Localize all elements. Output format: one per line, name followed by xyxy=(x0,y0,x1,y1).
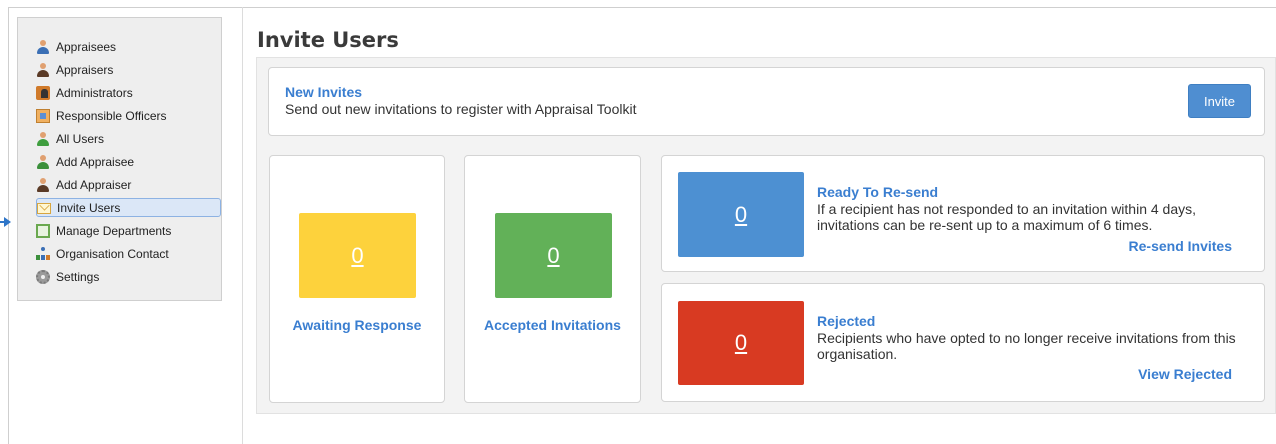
rejected-description: Recipients who have opted to no longer r… xyxy=(817,330,1236,362)
sidebar: Appraisees Appraisers Administrators Res… xyxy=(17,17,222,301)
rejected-count[interactable]: 0 xyxy=(735,330,747,356)
sidebar-item-manage-departments[interactable]: Manage Departments xyxy=(36,219,221,242)
rejected-panel: 0 Rejected Recipients who have opted to … xyxy=(661,283,1265,402)
administrators-icon xyxy=(36,85,50,100)
envelope-icon xyxy=(37,203,51,214)
frame-top-border xyxy=(8,7,1276,8)
new-invites-title: New Invites xyxy=(285,84,363,100)
page-title: Invite Users xyxy=(257,28,399,52)
rejected-title: Rejected xyxy=(817,313,876,329)
sidebar-item-administrators[interactable]: Administrators xyxy=(36,81,221,104)
view-rejected-link[interactable]: View Rejected xyxy=(1138,366,1232,382)
sidebar-item-label: Responsible Officers xyxy=(56,108,167,123)
awaiting-count-box: 0 xyxy=(299,213,416,298)
content-area: New Invites Send out new invitations to … xyxy=(256,57,1276,414)
sidebar-item-label: Settings xyxy=(56,269,100,284)
accepted-invitations-card: 0 Accepted Invitations xyxy=(464,155,641,403)
sidebar-item-label: Manage Departments xyxy=(56,223,172,238)
sidebar-nav: Appraisees Appraisers Administrators Res… xyxy=(36,35,221,288)
awaiting-count[interactable]: 0 xyxy=(351,243,363,269)
resend-count-box: 0 xyxy=(678,172,804,257)
pointer-arrow-icon xyxy=(4,217,11,227)
sidebar-item-label: All Users xyxy=(56,131,105,146)
sidebar-item-responsible-officers[interactable]: Responsible Officers xyxy=(36,104,221,127)
frame-divider xyxy=(242,7,243,444)
new-invites-panel: New Invites Send out new invitations to … xyxy=(268,67,1265,136)
organisation-icon xyxy=(36,246,50,261)
resend-invites-link[interactable]: Re-send Invites xyxy=(1129,238,1232,254)
resend-count[interactable]: 0 xyxy=(735,202,747,228)
sidebar-item-add-appraisee[interactable]: Add Appraisee xyxy=(36,150,221,173)
sidebar-item-invite-users[interactable]: Invite Users xyxy=(36,198,221,217)
sidebar-item-label: Invite Users xyxy=(57,200,121,215)
sidebar-item-label: Appraisees xyxy=(56,39,117,54)
new-invites-description: Send out new invitations to register wit… xyxy=(285,101,637,117)
rejected-count-box: 0 xyxy=(678,301,804,385)
accepted-count[interactable]: 0 xyxy=(547,243,559,269)
add-appraisee-icon xyxy=(36,154,50,169)
sidebar-item-appraisees[interactable]: Appraisees xyxy=(36,35,221,58)
sidebar-item-settings[interactable]: Settings xyxy=(36,265,221,288)
ready-to-resend-panel: 0 Ready To Re-send If a recipient has no… xyxy=(661,155,1265,272)
sidebar-item-organisation-contact[interactable]: Organisation Contact xyxy=(36,242,221,265)
sidebar-item-add-appraiser[interactable]: Add Appraiser xyxy=(36,173,221,196)
add-appraiser-icon xyxy=(36,177,50,192)
sidebar-item-label: Organisation Contact xyxy=(56,246,169,261)
appraisers-icon xyxy=(36,62,50,77)
accepted-invitations-link[interactable]: Accepted Invitations xyxy=(465,317,640,333)
invite-button[interactable]: Invite xyxy=(1188,84,1251,118)
gear-icon xyxy=(36,269,50,284)
awaiting-response-card: 0 Awaiting Response xyxy=(269,155,445,403)
ready-to-resend-title: Ready To Re-send xyxy=(817,184,939,200)
accepted-count-box: 0 xyxy=(495,213,612,298)
all-users-icon xyxy=(36,131,50,146)
awaiting-response-link[interactable]: Awaiting Response xyxy=(270,317,444,333)
sidebar-item-label: Administrators xyxy=(56,85,133,100)
sidebar-item-label: Add Appraisee xyxy=(56,154,135,169)
departments-icon xyxy=(36,223,50,238)
sidebar-item-appraisers[interactable]: Appraisers xyxy=(36,58,221,81)
responsible-officers-icon xyxy=(36,108,50,123)
sidebar-item-label: Add Appraiser xyxy=(56,177,132,192)
ready-to-resend-description: If a recipient has not responded to an i… xyxy=(817,201,1197,233)
sidebar-item-all-users[interactable]: All Users xyxy=(36,127,221,150)
appraisees-icon xyxy=(36,39,50,54)
sidebar-item-label: Appraisers xyxy=(56,62,114,77)
